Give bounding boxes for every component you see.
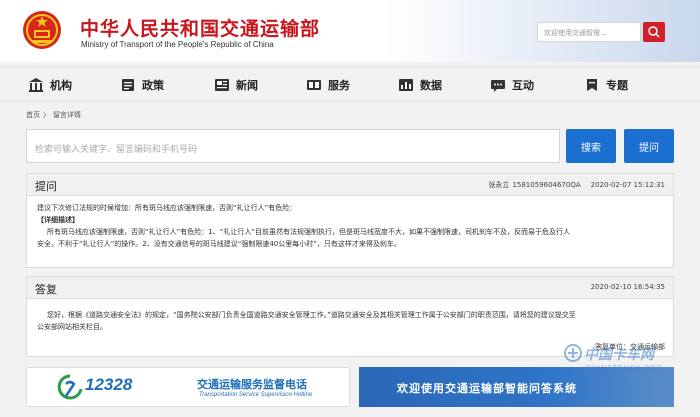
nav-item-news[interactable]: 新闻	[214, 76, 258, 94]
hotline-logo-icon	[57, 374, 83, 400]
question-detail-line: 所有斑马线应该强制限速，否则“礼让行人”有危险：1、“礼让行人”目前虽然有法规强…	[47, 228, 570, 236]
breadcrumb-current: 留言详情	[53, 111, 81, 119]
qa-system-welcome: 欢迎使用交通运输部智能问答系统	[397, 382, 577, 395]
watermark-en: CHINATRUCK.ORG	[586, 365, 664, 372]
nav-label: 机构	[50, 79, 72, 92]
question-heading: 提问	[35, 180, 57, 193]
answer-panel-header: 答复 2020-02-10 16:54:35	[27, 277, 673, 299]
question-detail-line: 安全，不利于“礼让行人”的操作。2、没有交通信号的斑马线建议“强制限速40公里每…	[37, 240, 401, 248]
search-icon	[648, 26, 660, 38]
hotline-subtitle: Transportation Service Supervision Hotli…	[199, 392, 313, 398]
watermark: 中国卡车网 CHINATRUCK.ORG	[562, 338, 696, 382]
message-search-input[interactable]: 检索可输入关键字、留言编码和手机号码	[26, 129, 560, 163]
document-icon	[122, 79, 134, 91]
question-summary: 建议下次修订法规的时候增加：所有斑马线应该强制限速，否则“礼让行人”有危险：	[37, 204, 297, 212]
national-emblem-icon[interactable]	[22, 8, 62, 52]
question-meta: 张永立 1581059604670QA 2020-02-07 15:12:31	[478, 180, 665, 190]
question-time: 2020-02-07 15:12:31	[590, 181, 665, 189]
answer-body: 您好，根据《道路交通安全法》的规定，“国务院公安部门负责全国道路交通安全管理工作…	[27, 299, 673, 333]
newspaper-icon	[215, 79, 229, 91]
nav-label: 政策	[142, 79, 164, 92]
question-panel: 提问 张永立 1581059604670QA 2020-02-07 15:12:31…	[26, 173, 674, 268]
nav-label: 数据	[420, 79, 442, 92]
breadcrumb-home[interactable]: 首页	[26, 111, 40, 119]
chart-icon	[399, 79, 413, 91]
hotline-title: 交通运输服务监督电话	[197, 378, 307, 391]
watermark-logo-icon	[564, 344, 582, 362]
site-title[interactable]: 中华人民共和国交通运输部	[80, 14, 320, 41]
answer-line: 您好，根据《道路交通安全法》的规定，“国务院公安部门负责全国道路交通安全管理工作…	[47, 311, 576, 319]
nav-item-data[interactable]: 数据	[398, 76, 442, 94]
main-nav: 机构 政策 新闻 服务 数据 互动 专题	[0, 66, 700, 102]
nav-label: 专题	[606, 79, 628, 92]
nav-label: 服务	[328, 79, 350, 92]
question-panel-header: 提问 张永立 1581059604670QA 2020-02-07 15:12:31	[27, 174, 673, 196]
detail-label: 【详细描述】	[37, 216, 79, 224]
nav-item-topic[interactable]: 专题	[584, 76, 628, 94]
question-body: 建议下次修订法规的时候增加：所有斑马线应该强制限速，否则“礼让行人”有危险： 【…	[27, 196, 673, 250]
site-header: 中华人民共和国交通运输部 Ministry of Transport of th…	[0, 0, 700, 62]
answer-heading: 答复	[35, 283, 57, 296]
question-code: 1581059604670QA	[512, 181, 581, 189]
hotline-number: 12328	[85, 375, 133, 394]
nav-label: 新闻	[236, 79, 258, 92]
ask-question-button[interactable]: 提问	[624, 129, 674, 163]
answer-time: 2020-02-10 16:54:35	[590, 283, 665, 291]
question-author: 张永立	[488, 181, 510, 189]
answer-line: 公安部网站相关栏目。	[37, 323, 107, 331]
site-subtitle: Ministry of Transport of the People's Re…	[81, 40, 274, 49]
building-icon	[29, 78, 43, 92]
watermark-cn: 中国卡车网	[584, 347, 654, 363]
site-search-button[interactable]	[643, 22, 665, 42]
service-icon	[307, 80, 321, 90]
nav-label: 互动	[512, 79, 534, 92]
nav-item-policy[interactable]: 政策	[120, 76, 164, 94]
search-button[interactable]: 搜索	[566, 129, 616, 163]
breadcrumb: 首页〉留言详情	[26, 110, 84, 120]
site-search-input[interactable]: 欢迎使用交通智搜...	[537, 22, 641, 42]
breadcrumb-separator: 〉	[43, 111, 50, 119]
chat-icon	[491, 80, 505, 92]
nav-item-institution[interactable]: 机构	[28, 76, 72, 94]
hotline-banner[interactable]: 12328 交通运输服务监督电话 Transportation Service …	[26, 367, 350, 407]
nav-item-service[interactable]: 服务	[306, 76, 350, 94]
topic-icon	[587, 79, 597, 91]
nav-item-interaction[interactable]: 互动	[490, 76, 534, 94]
